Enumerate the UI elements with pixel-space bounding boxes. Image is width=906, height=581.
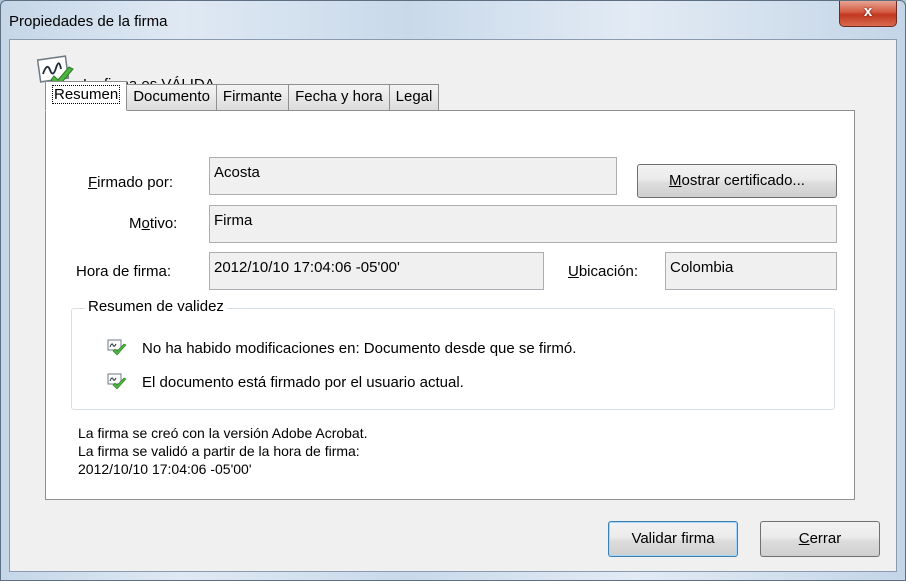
validity-item: No ha habido modificaciones en: Document…: [142, 340, 577, 357]
close-button[interactable]: Cerrar: [760, 521, 880, 557]
dialog-window: Propiedades de la firma x La firma es VÁ…: [0, 0, 906, 581]
title-bar[interactable]: Propiedades de la firma x: [1, 1, 905, 39]
note-validated: La firma se validó a partir de la hora d…: [78, 443, 360, 459]
valid-check-icon: [107, 373, 127, 390]
show-certificate-button[interactable]: Mostrar certificado...: [637, 164, 837, 198]
reason-field[interactable]: Firma: [209, 205, 837, 243]
location-label: Ubicación:: [568, 263, 639, 280]
validity-summary-group: [71, 308, 835, 410]
tab-label: Resumen: [52, 85, 121, 104]
tab-documento[interactable]: Documento: [126, 84, 217, 110]
tab-bar: Resumen Documento Firmante Fecha y hora …: [45, 81, 440, 111]
location-field[interactable]: Colombia: [665, 252, 837, 290]
signed-by-field[interactable]: Acosta: [209, 157, 617, 195]
tab-resumen[interactable]: Resumen: [45, 81, 128, 111]
signing-time-field[interactable]: 2012/10/10 17:04:06 -05'00': [209, 252, 544, 290]
signing-time-label: Hora de firma:: [76, 263, 172, 280]
valid-check-icon: [107, 339, 127, 356]
tab-firmante[interactable]: Firmante: [215, 84, 290, 110]
window-title: Propiedades de la firma: [9, 13, 168, 30]
signed-by-label: Firmado por:: [88, 174, 174, 191]
validity-item: El documento está firmado por el usuario…: [142, 374, 464, 391]
close-icon: x: [863, 3, 873, 20]
validate-signature-button[interactable]: Validar firma: [608, 521, 738, 557]
tab-legal[interactable]: Legal: [388, 84, 440, 110]
footer-notes: La firma se creó con la versión Adobe Ac…: [78, 424, 368, 478]
close-window-button[interactable]: x: [839, 1, 897, 27]
validity-summary-title: Resumen de validez: [85, 298, 227, 315]
note-datetime: 2012/10/10 17:04:06 -05'00': [78, 461, 252, 477]
tab-fecha-y-hora[interactable]: Fecha y hora: [288, 84, 390, 110]
reason-label: Motivo:: [129, 215, 178, 232]
note-version: La firma se creó con la versión Adobe Ac…: [78, 425, 368, 441]
